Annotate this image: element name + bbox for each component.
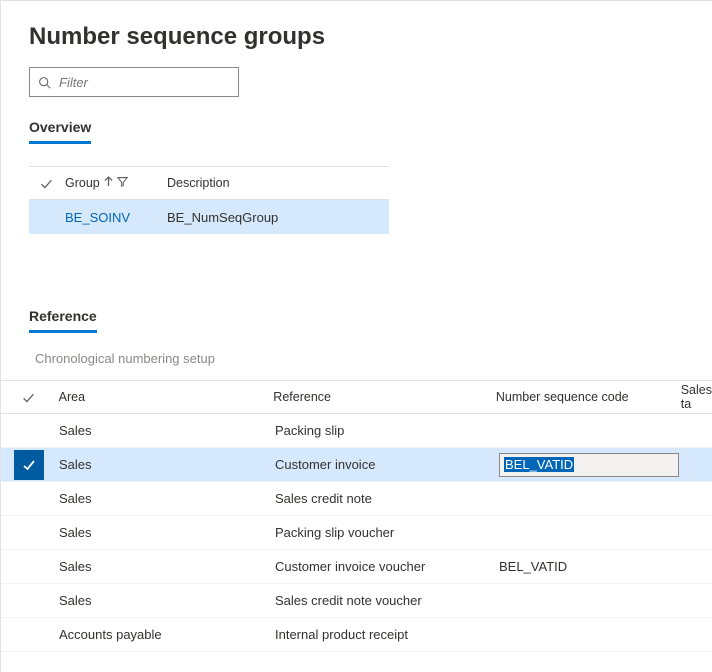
table-row[interactable]: SalesPacking slip (1, 414, 712, 448)
select-all-checkbox[interactable] (1, 391, 57, 404)
cell-area: Sales (57, 457, 275, 472)
column-header-reference[interactable]: Reference (273, 390, 496, 404)
filter-icon[interactable] (117, 176, 128, 190)
sort-asc-icon (104, 176, 113, 190)
table-row[interactable]: Accounts payableInternal product receipt (1, 618, 712, 652)
table-row[interactable]: SalesCustomer invoice voucherBEL_VATID (1, 550, 712, 584)
reference-subtitle: Chronological numbering setup (35, 351, 712, 366)
overview-grid: Group Description BE_SOINV BE_NumSeqGrou… (29, 166, 389, 234)
cell-area: Accounts payable (57, 627, 275, 642)
column-header-description[interactable]: Description (163, 176, 389, 190)
table-row[interactable]: SalesSales credit note voucher (1, 584, 712, 618)
cell-area: Sales (57, 491, 275, 506)
table-row[interactable]: SalesSales credit note (1, 482, 712, 516)
table-row[interactable]: BE_SOINV BE_NumSeqGroup (29, 200, 389, 234)
row-select[interactable] (1, 450, 57, 480)
cell-area: Sales (57, 423, 275, 438)
cell-reference: Customer invoice (275, 457, 499, 472)
cell-number-sequence-code[interactable]: BEL_VATID (499, 453, 685, 477)
cell-reference: Packing slip (275, 423, 499, 438)
cell-area: Sales (57, 559, 275, 574)
selected-text: BEL_VATID (504, 457, 574, 472)
number-sequence-code-input[interactable]: BEL_VATID (499, 453, 679, 477)
table-row[interactable]: SalesPacking slip voucher (1, 516, 712, 550)
reference-grid: Area Reference Number sequence code Sale… (1, 380, 712, 652)
cell-reference: Sales credit note (275, 491, 499, 506)
cell-reference: Sales credit note voucher (275, 593, 499, 608)
cell-reference: Internal product receipt (275, 627, 499, 642)
column-header-group[interactable]: Group (63, 176, 163, 190)
column-header-area[interactable]: Area (57, 390, 274, 404)
tab-overview[interactable]: Overview (29, 115, 91, 144)
table-row[interactable]: SalesCustomer invoice BEL_VATID (1, 448, 712, 482)
select-all-checkbox[interactable] (29, 177, 63, 190)
reference-header-row: Area Reference Number sequence code Sale… (1, 380, 712, 414)
column-header-salestax[interactable]: Sales ta (681, 383, 712, 411)
column-header-group-label: Group (65, 176, 100, 190)
overview-header-row: Group Description (29, 166, 389, 200)
search-icon (38, 76, 51, 89)
cell-reference: Customer invoice voucher (275, 559, 499, 574)
cell-description: BE_NumSeqGroup (163, 210, 389, 225)
filter-input-wrapper[interactable] (29, 67, 239, 97)
cell-number-sequence-code[interactable]: BEL_VATID (499, 559, 685, 574)
cell-area: Sales (57, 525, 275, 540)
column-header-code[interactable]: Number sequence code (496, 390, 681, 404)
checkbox-checked-icon (14, 450, 44, 480)
filter-input[interactable] (57, 74, 230, 91)
cell-group[interactable]: BE_SOINV (63, 210, 163, 225)
page-title: Number sequence groups (29, 23, 712, 51)
tab-reference[interactable]: Reference (29, 304, 97, 333)
cell-area: Sales (57, 593, 275, 608)
cell-reference: Packing slip voucher (275, 525, 499, 540)
